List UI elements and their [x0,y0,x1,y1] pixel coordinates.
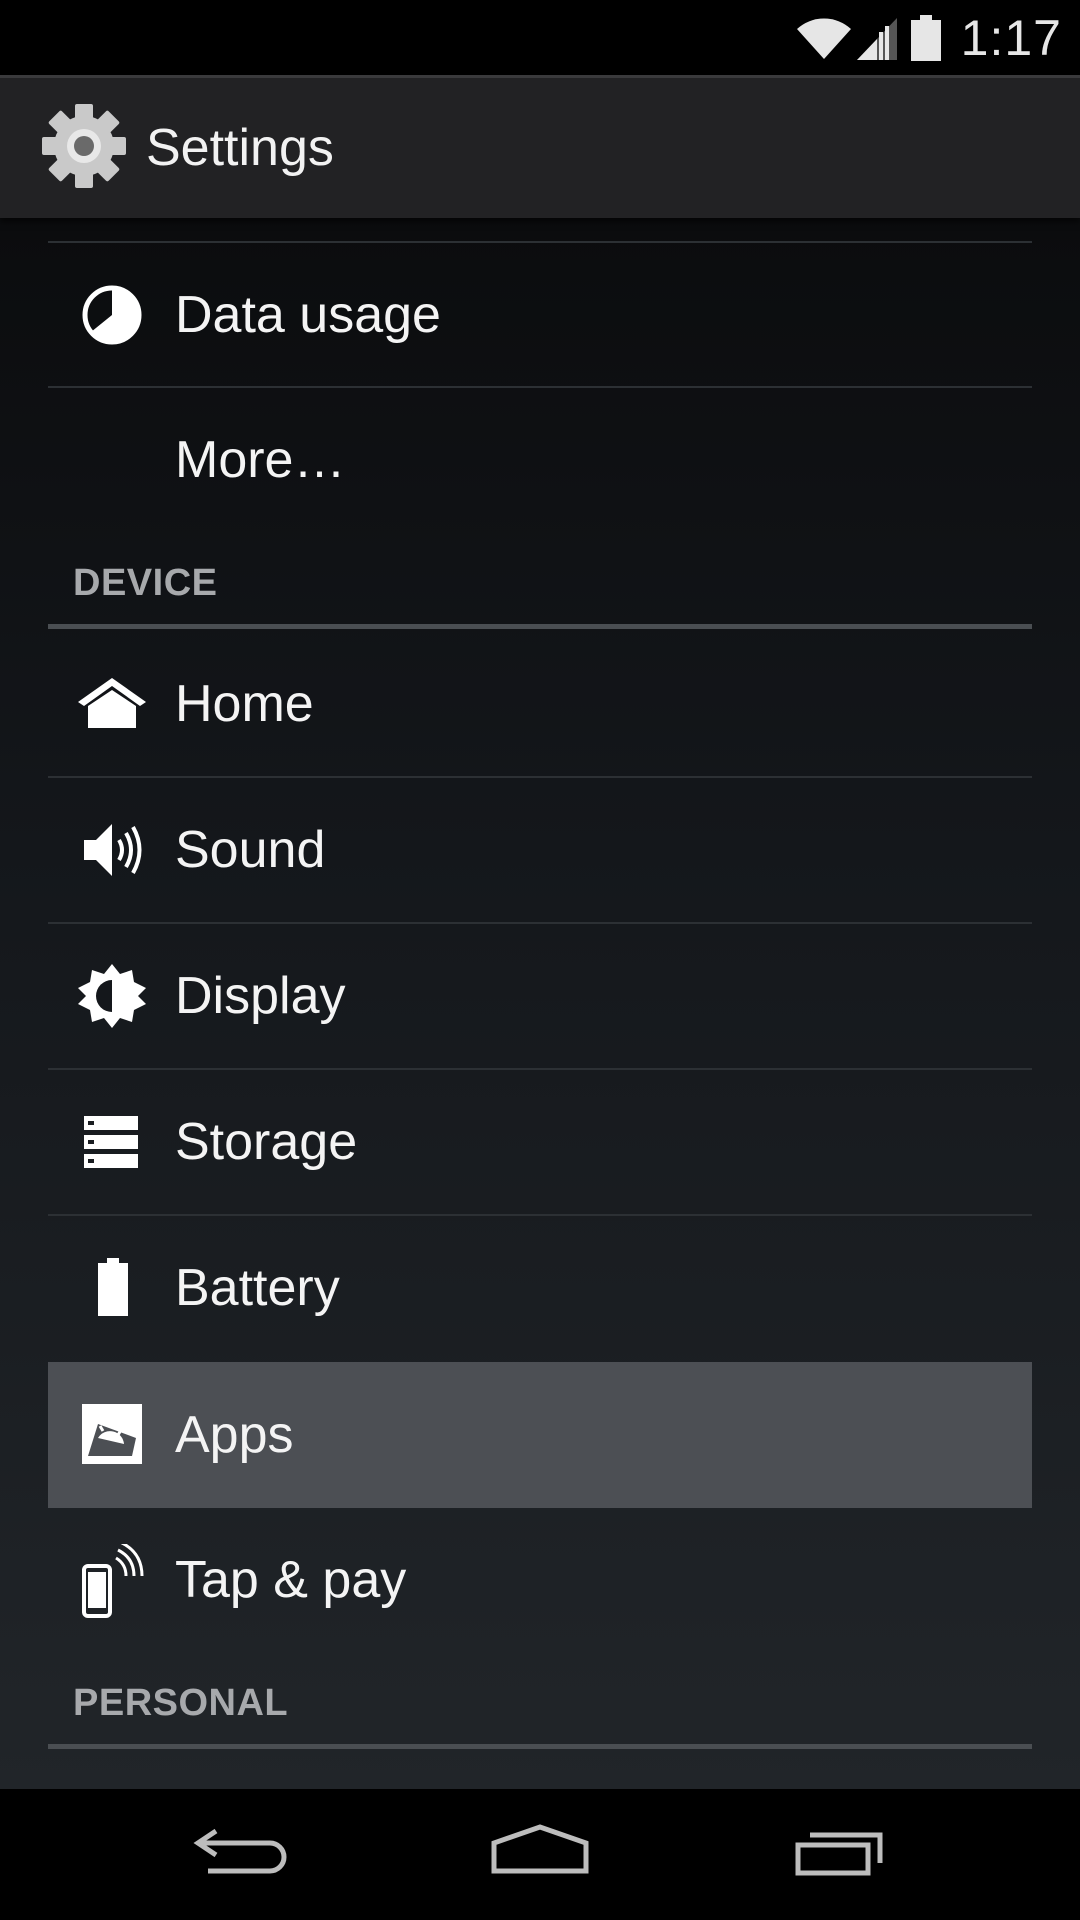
home-icon[interactable] [480,1809,600,1899]
data-usage-icon [76,279,148,351]
back-icon[interactable] [180,1809,300,1899]
list-item-storage[interactable]: Storage [48,1070,1032,1214]
battery-icon [909,13,943,63]
status-time: 1:17 [960,9,1062,66]
list-item-label: Home [175,675,314,733]
battery-icon [76,1252,148,1324]
list-item-label: More… [175,431,346,489]
settings-list[interactable]: Data usage More… DEVICE Home Sound Displ… [0,218,1080,1789]
navigation-bar [0,1789,1080,1920]
wifi-icon [795,15,853,61]
list-item-data-usage[interactable]: Data usage [48,243,1032,387]
list-item-apps[interactable]: Apps [48,1362,1032,1508]
section-header-divider [48,624,1032,629]
apps-icon [76,1398,148,1470]
list-item-display[interactable]: Display [48,924,1032,1068]
list-item-label: Tap & pay [175,1551,407,1609]
list-item-sound[interactable]: Sound [48,778,1032,922]
cell-signal-icon [855,14,899,62]
section-header-divider [48,1744,1032,1749]
status-icons: 1:17 [795,0,1062,75]
list-item-label: Battery [175,1259,340,1317]
brightness-icon [76,960,148,1032]
tap-pay-icon [76,1544,148,1618]
list-item-label: Data usage [175,286,441,344]
list-item-more[interactable]: More… [48,388,1032,532]
section-header-device: DEVICE [73,562,218,604]
section-header-personal: PERSONAL [73,1682,289,1724]
action-bar: Settings [0,75,1080,218]
list-item-tap-pay[interactable]: Tap & pay [48,1508,1032,1652]
list-item-battery[interactable]: Battery [48,1216,1032,1360]
recent-apps-icon[interactable] [780,1809,900,1899]
list-item-label: Storage [175,1113,358,1171]
speaker-icon [76,814,148,886]
storage-icon [76,1106,148,1178]
list-item-home[interactable]: Home [48,632,1032,776]
gear-icon[interactable] [40,102,128,190]
list-item-label: Display [175,967,346,1025]
list-item-label: Sound [175,821,326,879]
page-title: Settings [146,119,334,177]
status-bar: 1:17 [0,0,1080,75]
list-item-label: Apps [175,1406,294,1464]
home-icon [76,668,148,740]
